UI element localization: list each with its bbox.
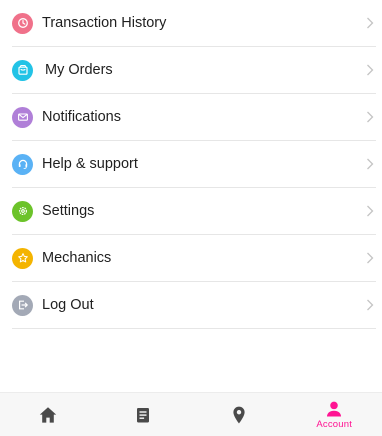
menu-item-notifications[interactable]: Notifications — [12, 94, 376, 141]
chevron-right-icon — [367, 205, 374, 217]
chevron-right-icon — [367, 111, 374, 123]
menu-item-log-out[interactable]: Log Out — [12, 282, 376, 329]
tab-home[interactable] — [0, 393, 96, 436]
menu-item-help-support[interactable]: Help & support — [12, 141, 376, 188]
tab-location[interactable] — [191, 393, 287, 436]
chevron-right-icon — [367, 64, 374, 76]
menu-item-settings[interactable]: Settings — [12, 188, 376, 235]
account-screen: Transaction History My Orders Notificati… — [0, 0, 382, 436]
tab-account[interactable]: Account — [287, 393, 382, 436]
menu-item-label: Transaction History — [42, 15, 167, 31]
headset-icon — [12, 153, 33, 175]
menu-item-label: Help & support — [42, 156, 138, 172]
account-menu: Transaction History My Orders Notificati… — [12, 0, 376, 329]
menu-item-label: My Orders — [45, 62, 113, 78]
menu-item-my-orders[interactable]: My Orders — [12, 47, 376, 94]
bottom-tab-bar: Account — [0, 392, 382, 436]
chevron-right-icon — [367, 158, 374, 170]
chevron-right-icon — [367, 17, 374, 29]
document-icon — [137, 407, 150, 422]
menu-item-label: Settings — [42, 203, 95, 219]
tab-label: Account — [316, 418, 353, 430]
star-icon — [12, 247, 33, 269]
chevron-right-icon — [367, 252, 374, 264]
envelope-icon — [12, 106, 33, 128]
bag-icon — [12, 59, 33, 81]
menu-item-mechanics[interactable]: Mechanics — [12, 235, 376, 282]
location-pin-icon — [233, 406, 245, 423]
tab-orders[interactable] — [96, 393, 192, 436]
logout-icon — [12, 294, 33, 316]
clock-icon — [12, 12, 33, 34]
menu-item-label: Mechanics — [42, 250, 112, 266]
gear-icon — [12, 200, 33, 222]
menu-item-label: Log Out — [42, 297, 94, 313]
chevron-right-icon — [367, 299, 374, 311]
menu-item-label: Notifications — [42, 109, 121, 125]
menu-item-transaction-history[interactable]: Transaction History — [12, 0, 376, 47]
home-icon — [39, 406, 56, 423]
user-icon — [327, 401, 342, 417]
